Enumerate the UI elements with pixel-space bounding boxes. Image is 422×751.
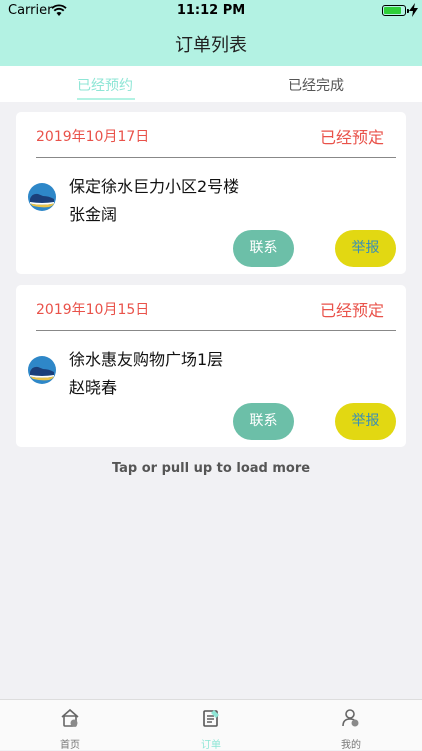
battery-icon (382, 5, 409, 16)
order-date: 2019年10月15日 (36, 302, 150, 318)
order-person: 张金阔 (69, 205, 118, 224)
contact-button[interactable]: 联系 (233, 403, 294, 440)
order-card: 2019年10月17日 已经预定 保定徐水巨力小区2号楼 张金阔 联系 举报 (16, 112, 406, 274)
order-date: 2019年10月17日 (36, 129, 150, 145)
header: Carrier 11:12 PM 订单列表 (0, 0, 422, 66)
load-more-link[interactable]: Tap or pull up to load more (0, 461, 422, 476)
status-bar: Carrier 11:12 PM (0, 0, 422, 22)
contact-button[interactable]: 联系 (233, 230, 294, 267)
home-icon (61, 708, 79, 727)
tabbar-item-profile[interactable]: 我的 (311, 700, 391, 751)
page-title: 订单列表 (175, 35, 247, 56)
order-card: 2019年10月15日 已经预定 徐水惠友购物广场1层 赵晓春 联系 举报 (16, 285, 406, 447)
order-status: 已经预定 (319, 128, 384, 147)
report-button[interactable]: 举报 (335, 403, 396, 440)
tabbar-label: 订单 (201, 740, 221, 751)
tabbar-item-orders[interactable]: 订单 (171, 700, 251, 751)
shoe-icon (28, 356, 56, 384)
tabbar-item-home[interactable]: 首页 (30, 700, 110, 751)
order-icon (203, 710, 219, 727)
tab-completed[interactable]: 已经完成 (288, 75, 344, 95)
profile-icon (342, 709, 359, 727)
clock: 11:12 PM (176, 3, 246, 18)
charging-icon (409, 3, 418, 17)
tab-bar: 首页 订单 我的 (0, 699, 422, 751)
tab-indicator (77, 98, 135, 100)
divider (36, 330, 396, 331)
divider (36, 157, 396, 158)
segment-tabs: 已经预约 已经完成 (0, 66, 422, 102)
order-status: 已经预定 (319, 301, 384, 320)
tabbar-label: 我的 (341, 740, 361, 751)
report-button[interactable]: 举报 (335, 230, 396, 267)
order-address: 保定徐水巨力小区2号楼 (69, 177, 240, 196)
shoe-icon (28, 183, 56, 211)
order-person: 赵晓春 (69, 378, 118, 397)
tabbar-label: 首页 (60, 740, 80, 751)
tab-booked[interactable]: 已经预约 (77, 75, 133, 95)
order-address: 徐水惠友购物广场1层 (69, 350, 224, 369)
